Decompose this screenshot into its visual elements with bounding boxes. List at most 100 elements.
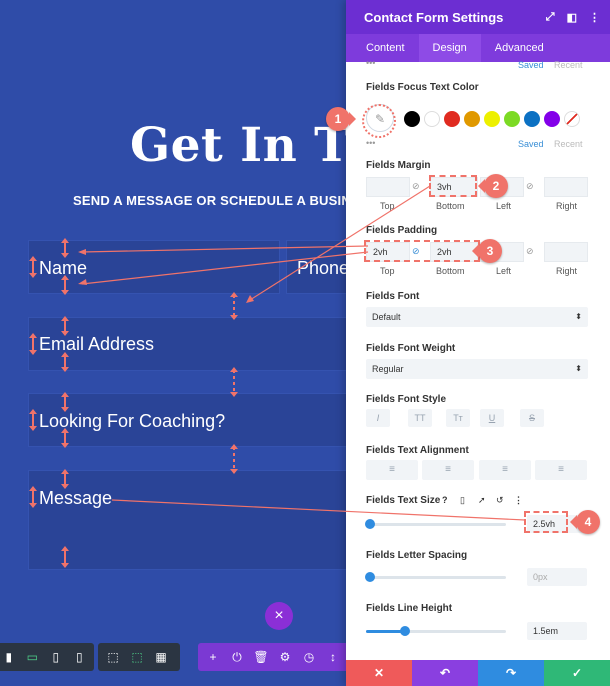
focus-color-label: Fields Focus Text Color	[366, 82, 479, 93]
more-options-icon[interactable]: ⋮	[514, 495, 523, 506]
panel-tabs: Content Design Advanced	[346, 34, 610, 62]
underline-button[interactable]: U	[480, 409, 504, 427]
margin-right-sublabel: Right	[556, 201, 578, 211]
color-swatch[interactable]	[424, 111, 440, 127]
gear-icon[interactable]: ⚙	[274, 646, 296, 668]
font-select[interactable]: Default ⬍	[366, 307, 588, 327]
panel-header: Contact Form Settings ⤢ ◧ ⋮	[346, 0, 610, 34]
margin-bottom-sublabel: Bottom	[436, 201, 465, 211]
desktop-view-icon[interactable]: ▭	[22, 646, 44, 668]
size-marker	[29, 256, 37, 278]
color-swatch[interactable]	[524, 111, 540, 127]
align-left-button[interactable]: ≡	[366, 460, 418, 480]
font-style-label: Fields Font Style	[366, 394, 447, 405]
message-field[interactable]: Message	[28, 470, 358, 570]
hover-icon[interactable]: ➚	[478, 495, 486, 506]
align-justify-button[interactable]: ≡	[535, 460, 587, 480]
padding-highlight	[364, 240, 480, 262]
badge-pointer	[478, 179, 485, 193]
chevron-updown-icon: ⬍	[575, 364, 582, 373]
margin-left-sublabel: Left	[496, 201, 512, 211]
history-icon[interactable]: ◷	[298, 646, 320, 668]
sort-icon[interactable]: ↕	[322, 646, 344, 668]
color-swatch[interactable]	[464, 111, 480, 127]
redo-button[interactable]: ↷	[478, 660, 544, 686]
letter-spacing-label: Fields Letter Spacing	[366, 550, 468, 561]
power-icon[interactable]: ⏻	[226, 646, 248, 668]
hover-mode-icon[interactable]: ⬚	[126, 646, 148, 668]
badge-pointer	[349, 112, 356, 126]
link-icon[interactable]: ⊘	[412, 181, 420, 192]
align-right-button[interactable]: ≡	[479, 460, 531, 480]
more-icon[interactable]: ⋮	[589, 11, 600, 24]
color-swatch[interactable]	[444, 111, 460, 127]
padding-bottom-marker	[61, 546, 69, 568]
wireframe-icon[interactable]: ▮	[0, 646, 20, 668]
expand-icon[interactable]: ⤢	[546, 11, 555, 24]
help-icon[interactable]: ?	[442, 495, 448, 505]
link-icon[interactable]: ⊘	[526, 246, 534, 257]
color-swatch[interactable]	[484, 111, 500, 127]
padding-left-sublabel: Left	[496, 266, 512, 276]
text-size-slider-knob[interactable]	[365, 519, 375, 529]
split-view-icon[interactable]: ◧	[567, 11, 577, 24]
phone-view-icon[interactable]: ▯	[69, 646, 91, 668]
text-size-slider[interactable]	[365, 519, 506, 529]
padding-top-sublabel: Top	[380, 266, 395, 276]
margin-label: Fields Margin	[366, 160, 431, 171]
no-color-swatch[interactable]	[564, 111, 580, 127]
view-toolbar: ▮ ▭ ▯ ▯	[0, 643, 94, 671]
strikethrough-button[interactable]: S	[520, 409, 544, 427]
line-height-input[interactable]: 1.5em	[527, 622, 587, 640]
add-icon[interactable]: +	[202, 646, 224, 668]
email-field[interactable]: Email Address	[28, 317, 358, 371]
color-swatch[interactable]	[544, 111, 560, 127]
padding-top-marker	[61, 238, 69, 258]
color-swatch[interactable]	[404, 111, 420, 127]
margin-top-input[interactable]	[366, 177, 410, 197]
panel-footer: ✕ ↶ ↷ ✓	[346, 660, 610, 686]
color-swatch[interactable]	[504, 111, 520, 127]
link-icon[interactable]: ⊘	[526, 181, 534, 192]
line-height-slider[interactable]	[366, 626, 506, 636]
letter-spacing-slider[interactable]	[365, 572, 506, 582]
padding-top-marker	[61, 392, 69, 412]
phone-field-label: Phone	[297, 258, 350, 278]
saved-tab[interactable]: Saved	[518, 60, 544, 70]
margin-right-input[interactable]	[544, 177, 588, 197]
font-weight-select[interactable]: Regular ⬍	[366, 359, 588, 379]
tablet-view-icon[interactable]: ▯	[45, 646, 67, 668]
tab-advanced[interactable]: Advanced	[481, 34, 558, 62]
font-weight-value: Regular	[372, 364, 404, 374]
save-button[interactable]: ✓	[544, 660, 610, 686]
discard-button[interactable]: ✕	[346, 660, 412, 686]
letter-spacing-slider-knob[interactable]	[365, 572, 375, 582]
undo-button[interactable]: ↶	[412, 660, 478, 686]
tab-design[interactable]: Design	[418, 34, 481, 62]
badge-pointer	[472, 244, 479, 258]
capitalize-button[interactable]: Tт	[446, 409, 470, 427]
grid-mode-icon[interactable]: ▦	[150, 646, 172, 668]
saved-tab[interactable]: Saved	[518, 139, 544, 149]
panel-body: ••• Saved Recent Fields Focus Text Color…	[346, 58, 610, 686]
close-button[interactable]: ×	[265, 602, 293, 630]
uppercase-button[interactable]: TT	[408, 409, 432, 427]
italic-button[interactable]: I	[366, 409, 390, 427]
align-center-button[interactable]: ≡	[422, 460, 474, 480]
font-select-value: Default	[372, 312, 401, 322]
tab-content[interactable]: Content	[352, 34, 419, 62]
padding-right-input[interactable]	[544, 242, 588, 262]
recent-tab[interactable]: Recent	[554, 60, 583, 70]
recent-tab[interactable]: Recent	[554, 139, 583, 149]
email-field-label: Email Address	[39, 334, 155, 354]
trash-icon[interactable]: 🗑	[250, 646, 272, 668]
reset-icon[interactable]: ↺	[496, 495, 504, 506]
letter-spacing-input[interactable]: 0px	[527, 568, 587, 586]
coaching-field[interactable]: Looking For Coaching?	[28, 393, 358, 447]
responsive-icon[interactable]: ▯	[460, 495, 465, 506]
text-size-highlight	[524, 511, 568, 533]
size-marker	[29, 409, 37, 431]
chevron-updown-icon: ⬍	[575, 312, 582, 321]
line-height-slider-knob[interactable]	[400, 626, 410, 636]
select-mode-icon[interactable]: ⬚	[102, 646, 124, 668]
